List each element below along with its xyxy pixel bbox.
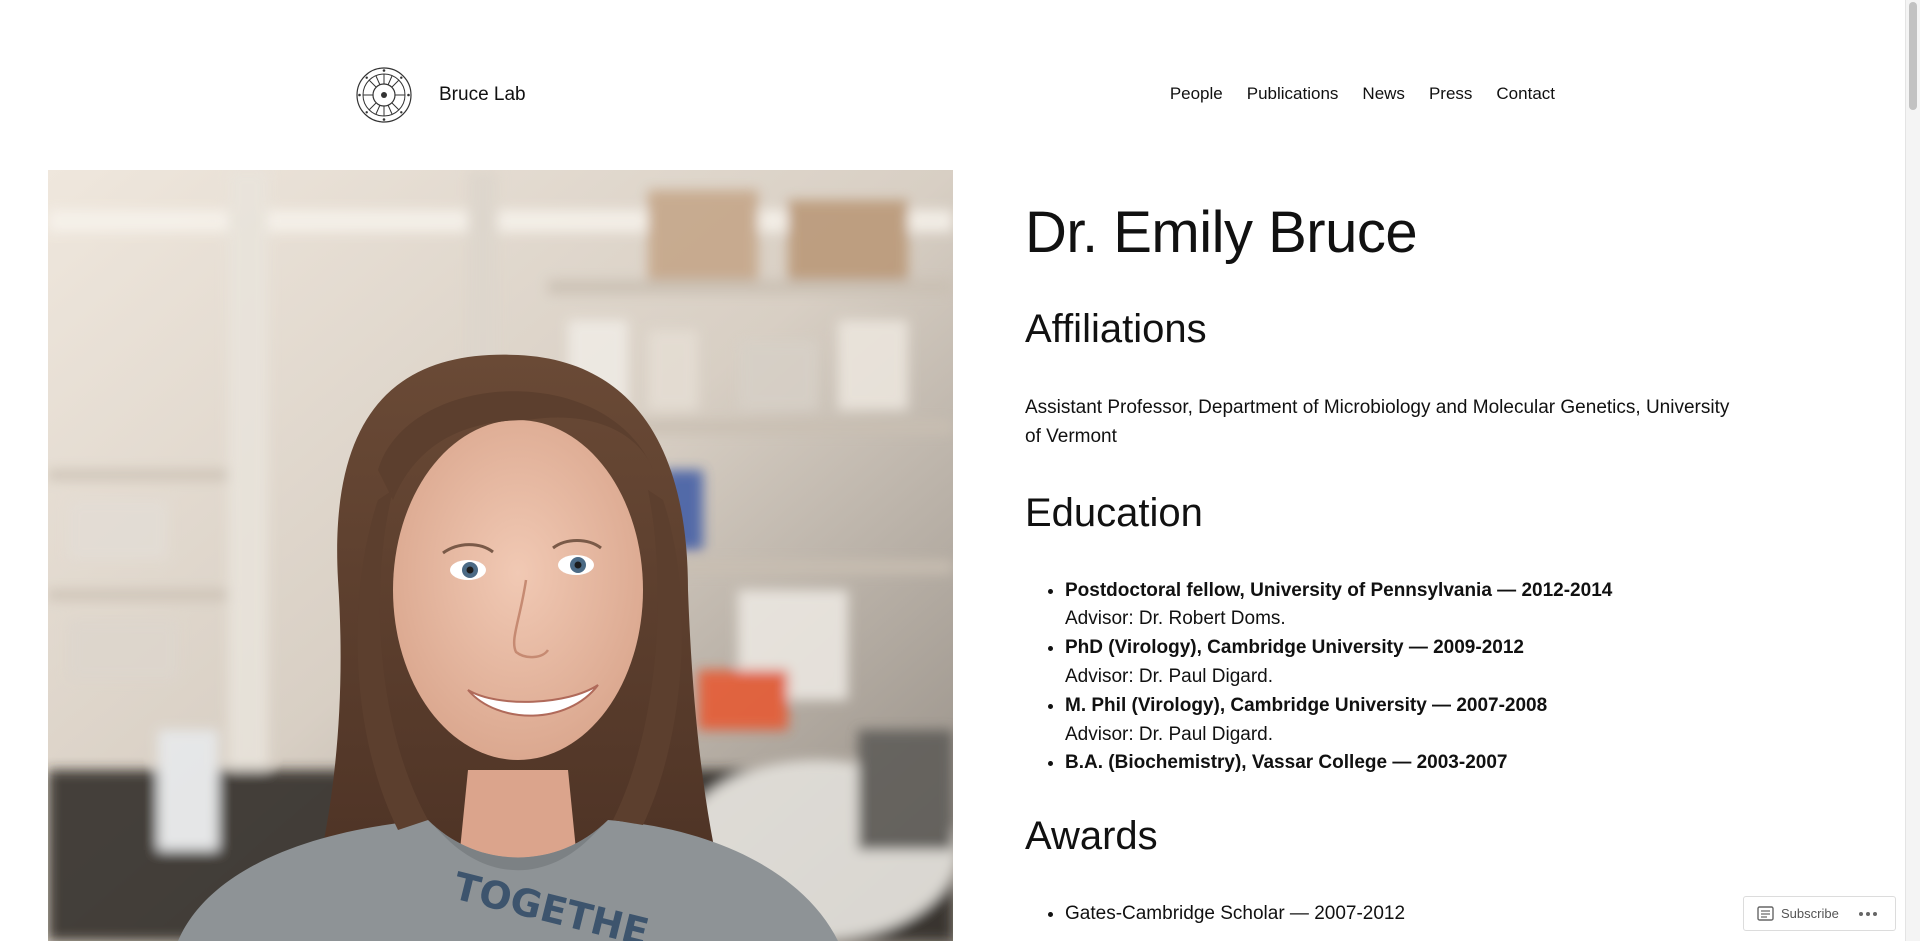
awards-heading: Awards	[1025, 814, 1158, 859]
site-header: Bruce Lab People Publications News Press…	[355, 66, 1555, 124]
nav-publications[interactable]: Publications	[1247, 84, 1339, 104]
page-scrollbar[interactable]	[1905, 0, 1920, 941]
nav-contact[interactable]: Contact	[1496, 84, 1555, 104]
site-brand[interactable]: Bruce Lab	[355, 66, 526, 124]
subscribe-button[interactable]: Subscribe	[1757, 906, 1839, 921]
nav-press[interactable]: Press	[1429, 84, 1472, 104]
page-title: Dr. Emily Bruce	[1025, 200, 1418, 265]
list-item: B.A. (Biochemistry), Vassar College — 20…	[1065, 749, 1745, 778]
list-item: Gates-Cambridge Scholar — 2007-2012	[1065, 900, 1745, 929]
ellipsis-dot	[1872, 911, 1877, 916]
education-title: M. Phil (Virology), Cambridge University…	[1065, 694, 1548, 716]
subscribe-bar: Subscribe	[1743, 896, 1896, 931]
list-item: PhD (Virology), Cambridge University — 2…	[1065, 634, 1745, 692]
reader-icon	[1757, 906, 1774, 921]
scroll-thumb[interactable]	[1909, 2, 1917, 110]
education-title: Postdoctoral fellow, University of Penns…	[1065, 579, 1613, 601]
subscribe-label: Subscribe	[1781, 906, 1839, 921]
education-list: Postdoctoral fellow, University of Penns…	[1025, 577, 1745, 779]
nav-people[interactable]: People	[1170, 84, 1223, 104]
education-title: B.A. (Biochemistry), Vassar College — 20…	[1065, 752, 1508, 774]
education-title: PhD (Virology), Cambridge University — 2…	[1065, 637, 1524, 659]
ellipsis-dot	[1865, 911, 1870, 916]
site-title[interactable]: Bruce Lab	[439, 84, 526, 106]
education-advisor: Advisor: Dr. Robert Doms.	[1065, 608, 1286, 630]
list-item: M. Phil (Virology), Cambridge University…	[1065, 692, 1745, 750]
list-item: Postdoctoral fellow, University of Penns…	[1065, 577, 1745, 635]
profile-photo: TOGETHE	[48, 170, 953, 941]
ellipsis-dot	[1858, 911, 1863, 916]
primary-nav: People Publications News Press Contact	[1170, 84, 1555, 104]
profile-content: Dr. Emily Bruce Affiliations Assistant P…	[1025, 200, 1745, 929]
education-heading: Education	[1025, 490, 1203, 535]
page: Bruce Lab People Publications News Press…	[0, 0, 1920, 941]
affiliations-text: Assistant Professor, Department of Micro…	[1025, 396, 1730, 447]
nav-news[interactable]: News	[1362, 84, 1405, 104]
circular-seal-logo-icon[interactable]	[355, 66, 413, 124]
affiliations-heading: Affiliations	[1025, 306, 1207, 351]
ellipsis-icon[interactable]	[1858, 911, 1877, 916]
education-advisor: Advisor: Dr. Paul Digard.	[1065, 666, 1274, 688]
award-text: Gates-Cambridge Scholar — 2007-2012	[1065, 903, 1406, 925]
awards-list: Gates-Cambridge Scholar — 2007-2012	[1025, 900, 1745, 929]
education-advisor: Advisor: Dr. Paul Digard.	[1065, 723, 1274, 745]
